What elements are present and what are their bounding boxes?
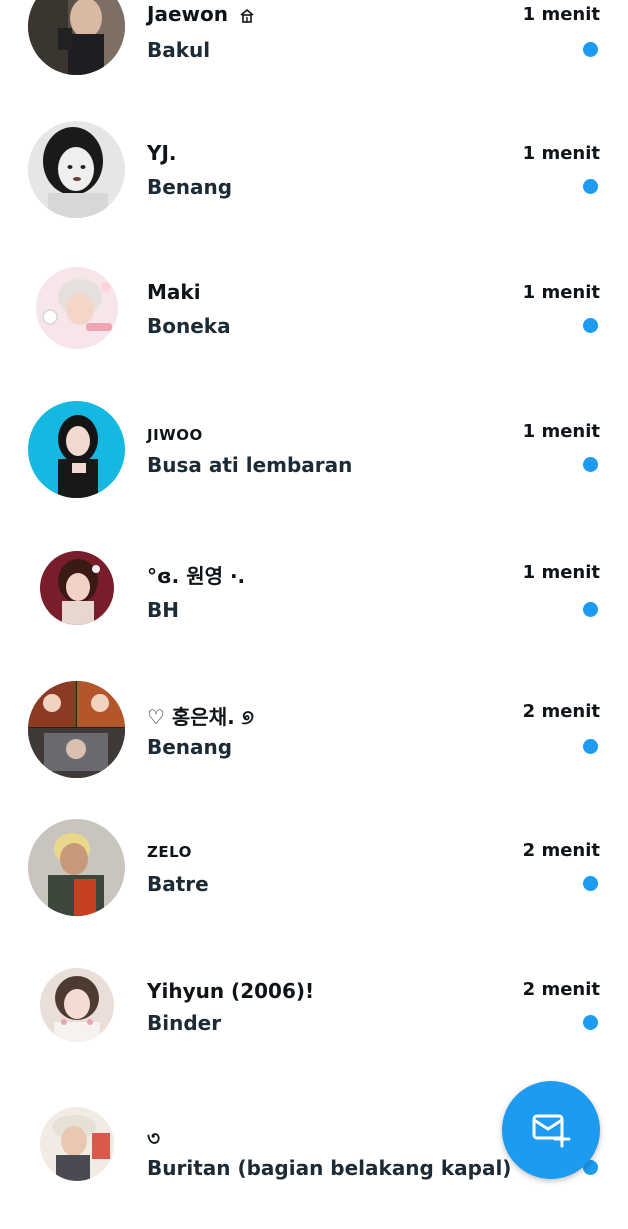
conversation-row[interactable]: °ɞ. 원영 ·. 1 menit BH <box>0 534 628 673</box>
avatar[interactable] <box>28 0 125 75</box>
unread-dot <box>583 1015 598 1030</box>
message-preview: Binder <box>147 1011 222 1035</box>
conversation-name: ৩ <box>147 1126 161 1150</box>
avatar[interactable] <box>28 681 125 778</box>
conversation-name: Maki <box>147 280 201 304</box>
unread-dot <box>583 457 598 472</box>
conversation-row[interactable]: Maki 1 menit Boneka <box>0 256 628 395</box>
unread-dot <box>583 876 598 891</box>
conversation-name: JIWOO <box>147 426 203 444</box>
conversation-name: ♡ 홍은채. ୭ <box>147 705 254 729</box>
message-preview: Bakul <box>147 38 211 62</box>
avatar[interactable] <box>40 1107 114 1181</box>
conversation-row[interactable]: ZELO 2 menit Batre <box>0 812 628 951</box>
conversation-name: Yihyun (2006)! <box>147 979 315 1003</box>
timestamp: 1 menit <box>522 421 600 442</box>
conversation-row[interactable]: Jaewon 1 menit Bakul <box>0 0 628 117</box>
conversation-name: YJ. <box>147 141 177 165</box>
timestamp: 2 menit <box>522 840 600 861</box>
unread-dot <box>583 602 598 617</box>
house-icon <box>240 8 254 23</box>
unread-dot <box>583 179 598 194</box>
timestamp: 1 menit <box>522 562 600 583</box>
conversation-row[interactable]: Yihyun (2006)! 2 menit Binder <box>0 951 628 1090</box>
conversation-name: Jaewon <box>147 2 255 26</box>
timestamp: 1 menit <box>522 143 600 164</box>
timestamp: 2 menit <box>522 701 600 722</box>
message-preview: Boneka <box>147 314 231 338</box>
message-preview: BH <box>147 598 179 622</box>
avatar[interactable] <box>28 819 125 916</box>
unread-dot <box>583 318 598 333</box>
timestamp: 2 menit <box>522 979 600 1000</box>
conversation-name: °ɞ. 원영 ·. <box>147 564 246 588</box>
message-preview: Buritan (bagian belakang kapal) <box>147 1156 512 1180</box>
conversation-row[interactable]: ♡ 홍은채. ୭ 2 menit Benang <box>0 673 628 812</box>
timestamp: 1 menit <box>522 4 600 25</box>
message-preview: Benang <box>147 175 233 199</box>
message-preview: Busa ati lembaran <box>147 453 353 477</box>
avatar[interactable] <box>40 968 114 1042</box>
avatar[interactable] <box>36 267 118 349</box>
avatar[interactable] <box>28 121 125 218</box>
new-message-button[interactable] <box>502 1081 600 1179</box>
message-preview: Batre <box>147 872 209 896</box>
conversation-row[interactable]: YJ. 1 menit Benang <box>0 117 628 256</box>
avatar[interactable] <box>40 551 114 625</box>
unread-dot <box>583 739 598 754</box>
new-message-icon <box>532 1114 571 1148</box>
conversation-row[interactable]: JIWOO 1 menit Busa ati lembaran <box>0 395 628 534</box>
timestamp: 1 menit <box>522 282 600 303</box>
conversation-name: ZELO <box>147 843 192 861</box>
message-preview: Benang <box>147 735 233 759</box>
unread-dot <box>583 42 598 57</box>
avatar[interactable] <box>28 401 125 498</box>
